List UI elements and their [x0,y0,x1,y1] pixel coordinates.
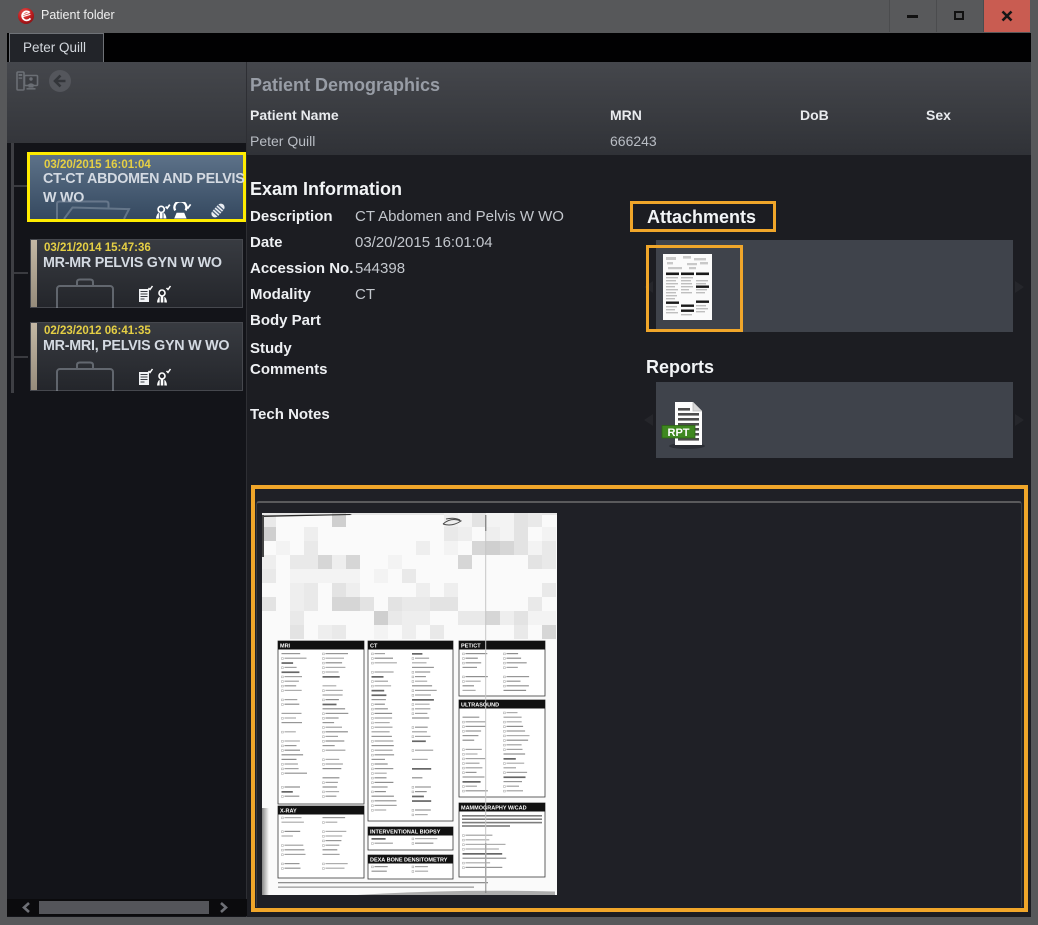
svg-text:DEXA BONE DENSITOMETRY: DEXA BONE DENSITOMETRY [370,857,448,863]
svg-text:INTERVENTIONAL BIOPSY: INTERVENTIONAL BIOPSY [370,829,441,835]
svg-text:MAMMOGRAPHY W/CAD: MAMMOGRAPHY W/CAD [461,805,527,811]
svg-text:PET/CT: PET/CT [461,643,481,649]
svg-text:ULTRASOUND: ULTRASOUND [461,702,499,708]
svg-text:CT: CT [370,643,378,649]
svg-text:RPT: RPT [668,427,690,439]
svg-text:X-RAY: X-RAY [280,808,297,814]
svg-text:MRI: MRI [280,643,291,649]
